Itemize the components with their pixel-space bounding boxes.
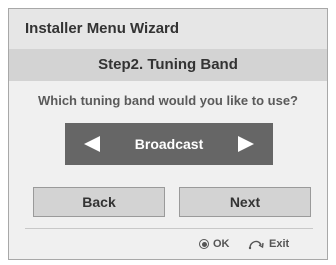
previous-option-button[interactable] — [75, 123, 109, 165]
next-option-button[interactable] — [229, 123, 263, 165]
installer-wizard-window: Installer Menu Wizard Step2. Tuning Band… — [8, 8, 328, 260]
return-arrow-icon — [248, 240, 264, 250]
triangle-left-icon — [84, 136, 100, 152]
question-text: Which tuning band would you like to use? — [38, 93, 298, 108]
next-button[interactable]: Next — [179, 187, 311, 217]
window-title: Installer Menu Wizard — [9, 9, 327, 49]
back-button[interactable]: Back — [33, 187, 165, 217]
step-title: Step2. Tuning Band — [9, 49, 327, 81]
triangle-right-icon — [238, 136, 254, 152]
tuning-band-selector[interactable]: Broadcast — [65, 123, 273, 165]
ok-label: OK — [213, 238, 230, 250]
ok-circle-icon — [199, 239, 209, 249]
exit-label: Exit — [269, 238, 290, 250]
divider — [25, 228, 313, 229]
ok-hint: OK — [199, 235, 230, 253]
exit-hint: Exit — [247, 235, 289, 253]
